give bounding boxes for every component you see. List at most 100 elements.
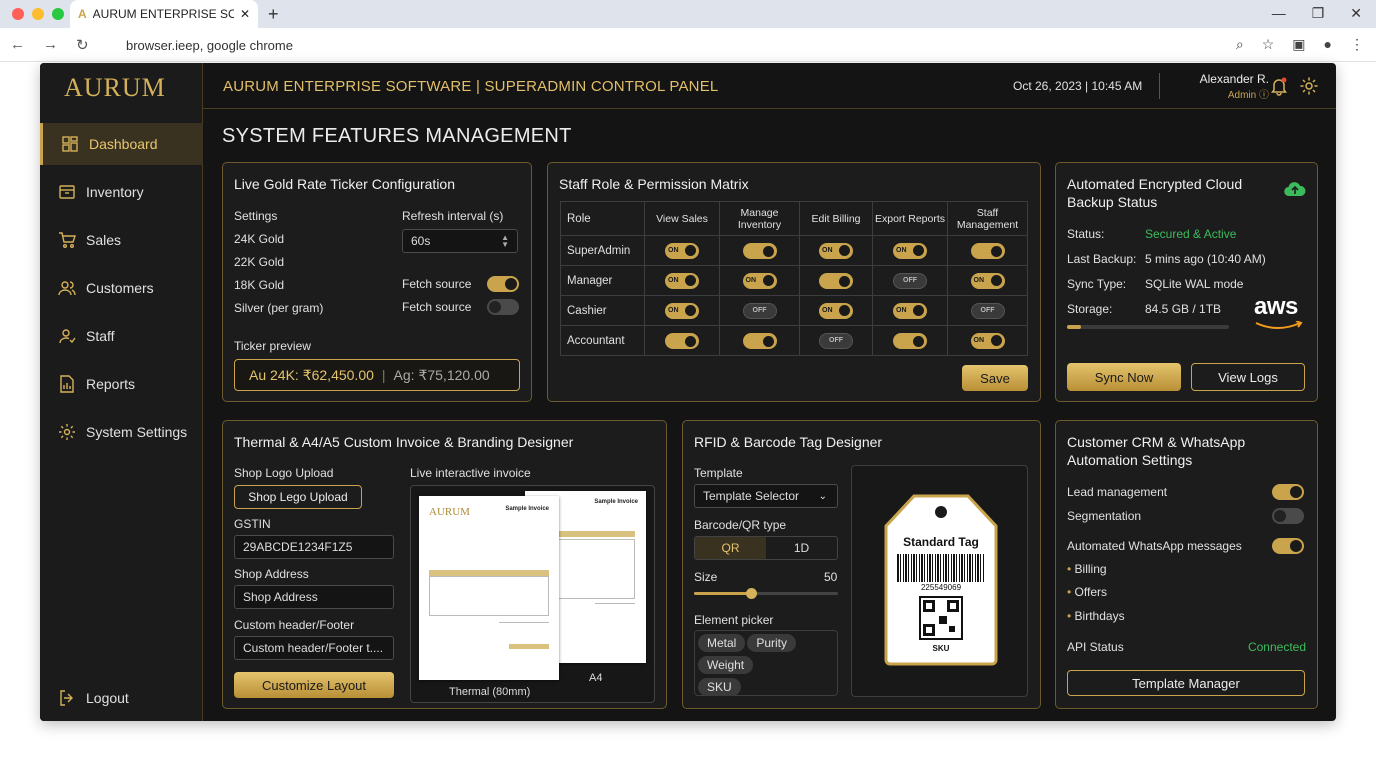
sidebar-item-customers[interactable]: Customers xyxy=(40,267,203,309)
close-tab-icon[interactable]: ✕ xyxy=(240,7,250,21)
permission-toggle[interactable]: OFF xyxy=(819,332,853,349)
permission-toggle[interactable]: ON xyxy=(742,272,777,289)
sidebar-item-inventory[interactable]: Inventory xyxy=(40,171,203,213)
barcode-type-label: Barcode/QR type xyxy=(694,518,787,532)
storage-bar-fill xyxy=(1067,325,1081,329)
user-info[interactable]: Alexander R. Admin ⓘ xyxy=(1173,72,1269,101)
permission-toggle[interactable] xyxy=(970,243,1005,259)
permission-toggle[interactable] xyxy=(742,333,777,349)
permission-toggle[interactable]: ON xyxy=(970,332,1005,349)
invoice-brand-logo: AURUM xyxy=(429,506,470,518)
fetch-source-toggle-gold[interactable] xyxy=(487,276,519,292)
template-select[interactable]: Template Selector ⌄ xyxy=(694,484,838,508)
sidebar-item-dashboard[interactable]: Dashboard xyxy=(40,123,203,165)
sidepanel-icon[interactable]: ▣ xyxy=(1292,36,1305,53)
permission-toggle[interactable]: ON xyxy=(665,302,699,319)
size-slider-thumb[interactable] xyxy=(745,588,757,599)
logo-upload-button[interactable]: Shop Lego Upload xyxy=(234,485,362,509)
metal-22k: 22K Gold xyxy=(234,255,285,269)
close-window-button[interactable] xyxy=(12,8,24,20)
table-row: Manager ON ON OFF ON xyxy=(560,265,1028,296)
permission-toggle[interactable] xyxy=(742,243,777,259)
page-title: SYSTEM FEATURES MANAGEMENT xyxy=(222,125,572,147)
customize-layout-button[interactable]: Customize Layout xyxy=(234,672,394,698)
logout-button[interactable]: Logout xyxy=(40,677,203,719)
1d-option[interactable]: 1D xyxy=(766,537,837,559)
lead-management-toggle[interactable] xyxy=(1272,484,1304,500)
profile-icon[interactable]: ● xyxy=(1324,36,1332,53)
whatsapp-toggle[interactable] xyxy=(1272,538,1304,554)
gstin-input[interactable]: 29ABCDE1234F1Z5 xyxy=(234,535,394,559)
refresh-label: Refresh interval (s) xyxy=(402,209,504,223)
forward-icon[interactable]: → xyxy=(43,36,58,54)
back-icon[interactable]: ← xyxy=(10,36,25,54)
permission-toggle[interactable]: ON xyxy=(970,272,1005,289)
permission-toggle[interactable]: ON xyxy=(665,272,699,289)
api-status-value: Connected xyxy=(1247,640,1306,654)
ticker-preview: Au 24K: ₹62,450.00 | Ag: ₹75,120.00 xyxy=(234,359,520,391)
bullet-billing: Billing xyxy=(1067,562,1107,576)
permission-matrix-card: Staff Role & Permission Matrix Role View… xyxy=(547,162,1041,402)
template-manager-button[interactable]: Template Manager xyxy=(1067,670,1305,696)
custom-header-input[interactable]: Custom header/Footer t.... xyxy=(234,636,394,660)
maximize-window-button[interactable] xyxy=(52,8,64,20)
close-icon[interactable]: ✕ xyxy=(1350,5,1362,22)
storage-bar xyxy=(1067,325,1229,329)
sidebar-item-staff[interactable]: Staff xyxy=(40,315,203,357)
minimize-icon[interactable]: — xyxy=(1272,5,1286,22)
segmentation-toggle[interactable] xyxy=(1272,508,1304,524)
permission-toggle[interactable]: OFF xyxy=(893,272,927,289)
ticker-silver: Ag: ₹75,120.00 xyxy=(393,366,490,383)
logo: AURUM xyxy=(64,73,166,102)
qr-option[interactable]: QR xyxy=(695,537,766,559)
permission-toggle[interactable]: OFF xyxy=(742,302,777,319)
metal-18k: 18K Gold xyxy=(234,278,285,292)
save-button[interactable]: Save xyxy=(962,365,1028,391)
browser-tab[interactable]: A AURUM ENTERPRISE SOFTWA ✕ xyxy=(70,0,258,28)
permission-toggle[interactable]: OFF xyxy=(970,302,1005,319)
metal-24k: 24K Gold xyxy=(234,232,285,246)
size-slider[interactable] xyxy=(694,588,838,599)
url-input[interactable]: browser.ieep, google chrome xyxy=(98,32,1278,58)
live-invoice-label: Live interactive invoice xyxy=(410,466,531,480)
reload-icon[interactable]: ↻ xyxy=(76,36,89,54)
permission-toggle[interactable] xyxy=(819,273,853,289)
column-header: Role xyxy=(560,201,645,236)
new-tab-button[interactable]: + xyxy=(268,4,279,25)
bullet-offers: Offers xyxy=(1067,585,1107,599)
chip-sku[interactable]: SKU xyxy=(698,678,741,696)
view-logs-button[interactable]: View Logs xyxy=(1191,363,1305,391)
shop-address-input[interactable]: Shop Address xyxy=(234,585,394,609)
chip-weight[interactable]: Weight xyxy=(698,656,754,674)
storage-value: 84.5 GB / 1TB xyxy=(1145,302,1222,316)
fetch-source-label: Fetch source xyxy=(402,277,472,291)
zoom-icon[interactable]: ⌕ xyxy=(1236,36,1244,53)
bookmark-star-icon[interactable]: ☆ xyxy=(1262,36,1275,53)
card-title: Live Gold Rate Ticker Configuration xyxy=(234,176,455,192)
permission-toggle[interactable]: ON xyxy=(893,242,927,259)
bell-icon[interactable] xyxy=(1269,76,1289,96)
settings-gear-icon[interactable] xyxy=(1299,76,1319,96)
permission-toggle[interactable] xyxy=(665,333,699,349)
chip-purity[interactable]: Purity xyxy=(747,634,797,652)
size-value: 50 xyxy=(824,570,838,584)
card-title: Automated Encrypted Cloud Backup Status xyxy=(1067,176,1243,210)
sync-now-button[interactable]: Sync Now xyxy=(1067,363,1181,391)
thermal-total-bar xyxy=(509,644,549,649)
column-header: Manage Inventory xyxy=(719,201,800,236)
minimize-window-button[interactable] xyxy=(32,8,44,20)
permission-toggle[interactable]: ON xyxy=(819,302,853,319)
chip-metal[interactable]: Metal xyxy=(698,634,746,652)
sidebar-item-reports[interactable]: Reports xyxy=(40,363,203,405)
sidebar-item-sales[interactable]: Sales xyxy=(40,219,203,261)
refresh-interval-select[interactable]: 60s ▲ ▼ xyxy=(402,229,518,253)
permission-toggle[interactable]: ON xyxy=(819,242,853,259)
permission-toggle[interactable]: ON xyxy=(665,242,699,259)
fetch-source-toggle-silver[interactable] xyxy=(487,299,519,315)
sidebar-item-system-settings[interactable]: System Settings xyxy=(40,411,203,453)
tag-number: 225549069 xyxy=(920,583,962,592)
permission-toggle[interactable]: ON xyxy=(893,302,927,319)
permission-toggle[interactable] xyxy=(893,333,927,349)
restore-icon[interactable]: ❐ xyxy=(1312,5,1325,22)
menu-kebab-icon[interactable]: ⋮ xyxy=(1350,36,1364,53)
